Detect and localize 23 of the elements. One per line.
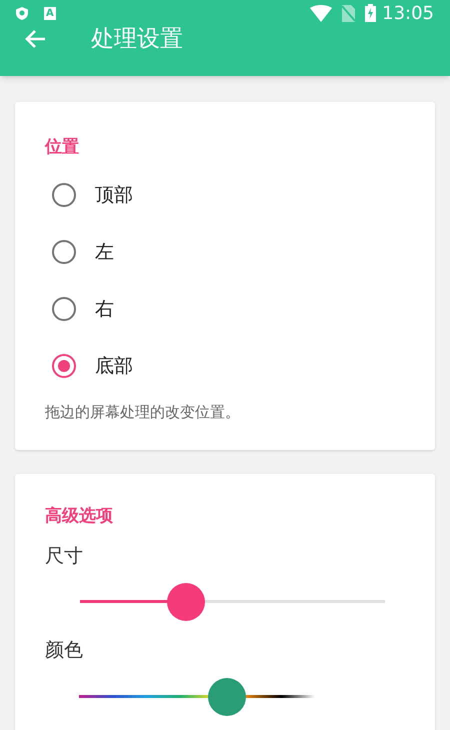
slider-thumb[interactable] bbox=[208, 678, 246, 716]
battery-charging-icon bbox=[365, 4, 376, 22]
option-label: 顶部 bbox=[95, 182, 133, 208]
position-hint: 拖边的屏幕处理的改变位置。 bbox=[44, 402, 241, 422]
no-sim-icon bbox=[342, 4, 356, 22]
back-arrow-icon[interactable] bbox=[24, 29, 46, 49]
radio-button[interactable] bbox=[52, 297, 76, 321]
radio-button[interactable] bbox=[52, 240, 76, 264]
option-label: 右 bbox=[95, 296, 114, 322]
shield-icon bbox=[16, 6, 28, 20]
slider-label: 颜色 bbox=[44, 638, 84, 663]
slider-thumb[interactable] bbox=[166, 583, 205, 621]
slider-label: 尺寸 bbox=[44, 544, 84, 568]
notification-icon: A bbox=[44, 6, 56, 20]
radio-button[interactable] bbox=[52, 183, 76, 207]
section-title: 高级选项 bbox=[44, 505, 114, 528]
section-title: 位置 bbox=[44, 136, 80, 159]
wifi-icon bbox=[310, 4, 332, 22]
option-label: 底部 bbox=[95, 354, 133, 379]
status-time: 13:05 bbox=[382, 2, 434, 26]
option-label: 左 bbox=[95, 240, 114, 265]
radio-button[interactable] bbox=[52, 354, 76, 378]
screen-title: 处理设置 bbox=[91, 24, 183, 54]
